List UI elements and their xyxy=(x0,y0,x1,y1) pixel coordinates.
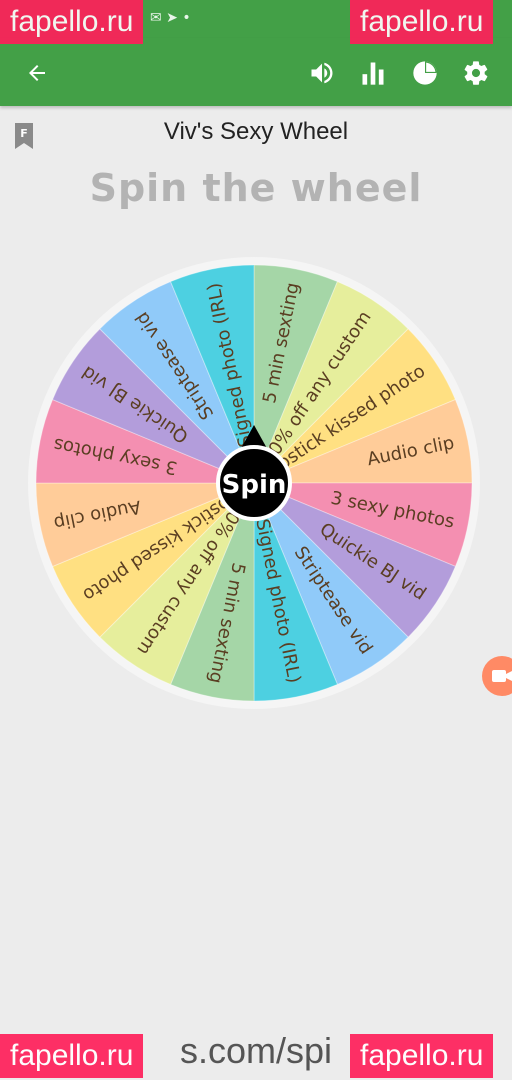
wheel-graphic: 5 min sexting50% off any customLipstick … xyxy=(28,257,480,709)
notification-icons: ✉ ➤ • xyxy=(150,10,191,26)
watermark-bottom-right: fapello.ru xyxy=(350,1034,494,1078)
volume-icon xyxy=(311,62,333,84)
arrow-left-icon xyxy=(29,65,45,81)
app-toolbar xyxy=(0,38,512,106)
watermark-bottom-left: fapello.ru xyxy=(0,1034,144,1078)
spin-wheel[interactable]: 5 min sexting 50% off any custom Lipstick … xyxy=(26,255,482,711)
pie-chart-icon xyxy=(413,61,437,85)
wheel-subtitle: Spin the wheel xyxy=(89,166,423,210)
wheel-title: Viv's Sexy Wheel xyxy=(163,118,349,145)
spin-label: Spin xyxy=(222,470,287,500)
video-camera-icon xyxy=(492,670,512,682)
gear-icon xyxy=(464,61,488,85)
watermark-top-left: fapello.ru xyxy=(0,0,144,44)
back-button[interactable] xyxy=(20,56,54,90)
stats-button[interactable] xyxy=(356,56,390,90)
pie-chart-button[interactable] xyxy=(408,56,442,90)
bar-chart-icon xyxy=(362,62,384,85)
volume-button[interactable] xyxy=(305,56,339,90)
watermark-top-right: fapello.ru xyxy=(350,0,494,44)
settings-button[interactable] xyxy=(459,56,493,90)
record-video-button[interactable] xyxy=(482,656,512,696)
